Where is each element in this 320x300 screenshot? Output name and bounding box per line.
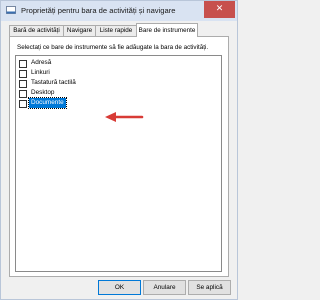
- list-item-label: Tastatură tactilă: [31, 79, 76, 86]
- apply-button[interactable]: Se aplică: [188, 280, 231, 295]
- window-title: Proprietăți pentru bara de activități și…: [21, 6, 176, 15]
- checkbox[interactable]: [19, 100, 27, 108]
- tab-jump-lists[interactable]: Liste rapide: [95, 25, 137, 36]
- toolbars-list[interactable]: Adresă Linkuri Tastatură tactilă Desktop…: [15, 55, 222, 272]
- list-item-label: Adresă: [31, 59, 52, 66]
- checkbox[interactable]: [19, 70, 27, 78]
- close-icon: ✕: [215, 4, 224, 14]
- list-item-label: Desktop: [31, 89, 55, 96]
- checkbox[interactable]: [19, 90, 27, 98]
- taskbar-properties-icon: [6, 6, 16, 14]
- toolbars-panel: Selectați ce bare de instrumente să fie …: [9, 36, 229, 277]
- annotation-arrow-icon: [105, 112, 144, 122]
- title-bar: Proprietăți pentru bara de activități și…: [1, 1, 237, 21]
- tab-navigation[interactable]: Navigare: [63, 25, 96, 36]
- ok-button[interactable]: OK: [98, 280, 141, 295]
- close-button[interactable]: ✕: [204, 1, 235, 18]
- list-item-label: Documente: [28, 97, 67, 109]
- tab-toolbars[interactable]: Bare de instrumente: [136, 23, 198, 37]
- list-item-label: Linkuri: [31, 69, 50, 76]
- properties-dialog: Proprietăți pentru bara de activități și…: [0, 0, 238, 300]
- instruction-text: Selectați ce bare de instrumente să fie …: [17, 44, 209, 51]
- tab-taskbar[interactable]: Bară de activități: [9, 25, 64, 36]
- checkbox[interactable]: [19, 60, 27, 68]
- cancel-button[interactable]: Anulare: [143, 280, 186, 295]
- checkbox[interactable]: [19, 80, 27, 88]
